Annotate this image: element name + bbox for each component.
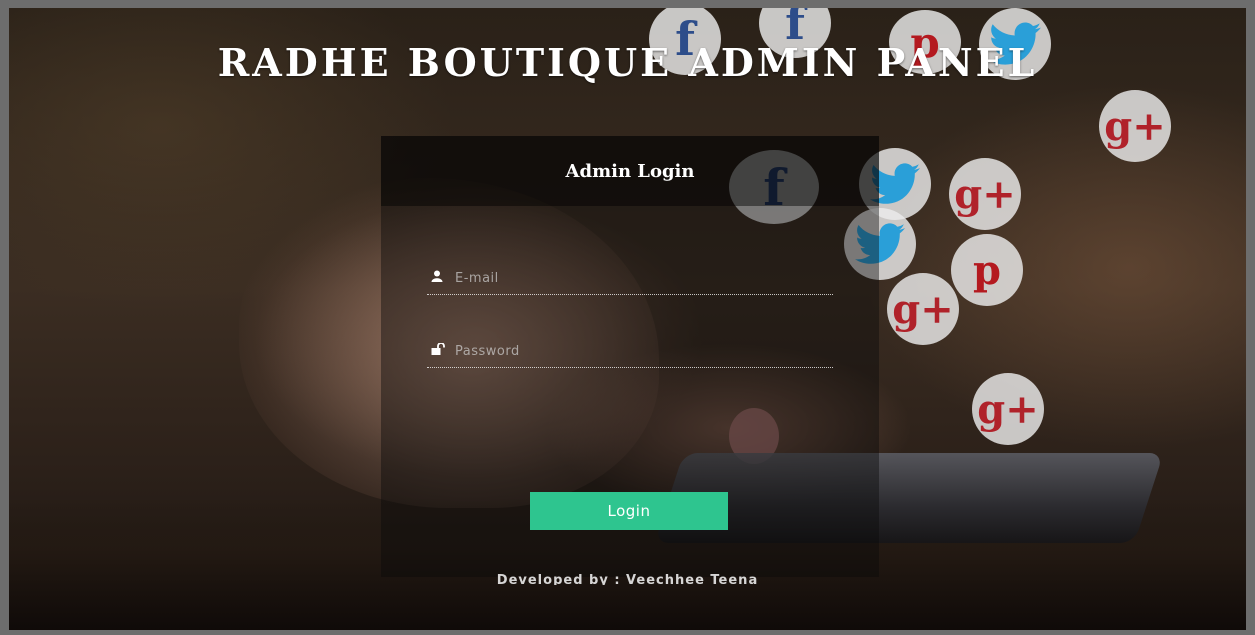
- developer-credit: Developed by : Veechhee Teena: [496, 573, 759, 585]
- login-button[interactable]: Login: [530, 492, 728, 530]
- google-plus-icon: g+: [887, 273, 959, 345]
- pinterest-icon: p: [951, 234, 1023, 306]
- email-input[interactable]: [455, 270, 815, 286]
- login-panel: Admin Login Login: [381, 136, 879, 577]
- login-heading: Admin Login: [381, 136, 879, 206]
- page-title: RADHE BOUTIQUE ADMIN PANEL: [217, 40, 1038, 85]
- unlock-icon: [431, 342, 455, 359]
- google-plus-icon: g+: [1099, 90, 1171, 162]
- password-field: [427, 335, 833, 368]
- email-field: [427, 262, 833, 295]
- user-icon: [431, 270, 455, 286]
- google-plus-icon: g+: [949, 158, 1021, 230]
- google-plus-icon: g+: [972, 373, 1044, 445]
- password-input[interactable]: [455, 343, 815, 359]
